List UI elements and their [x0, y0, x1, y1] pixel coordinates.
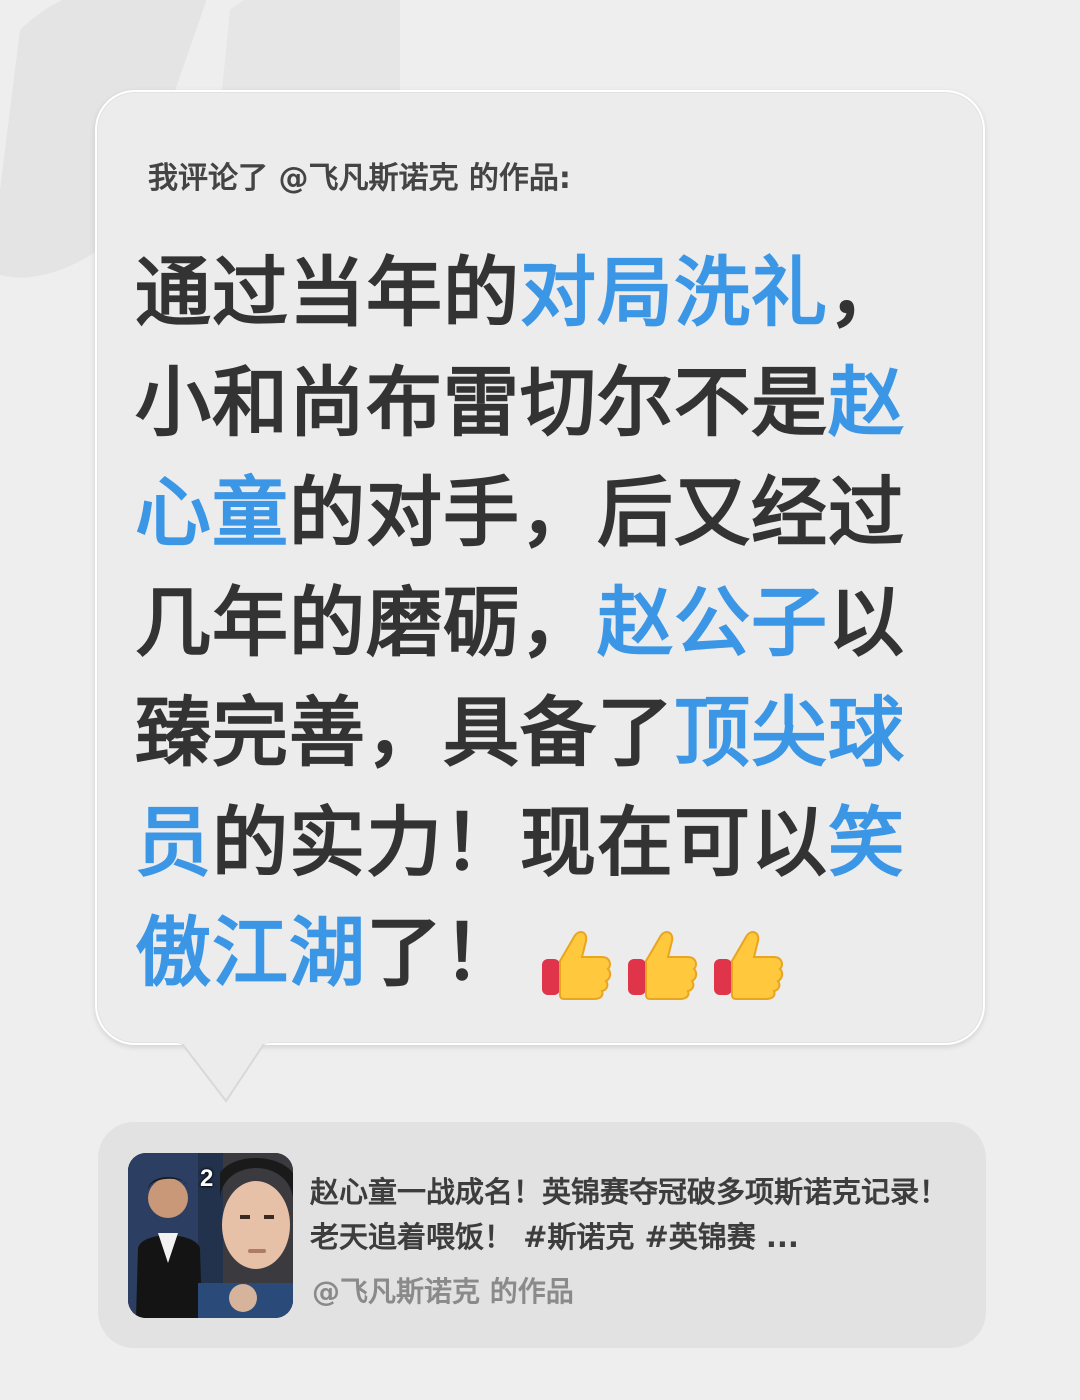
- emoji-row: [538, 903, 796, 1013]
- comment-header: 我评论了 @飞凡斯诺克 的作品:: [148, 161, 571, 196]
- thumbs-up-icon: [714, 931, 784, 1000]
- comment-highlight[interactable]: 对局洗礼: [520, 248, 828, 337]
- comment-segment: 的实力！现在可以: [212, 798, 828, 887]
- video-title[interactable]: 赵心童一战成名！英锦赛夺冠破多项斯诺克记录！老天追着喂饭！ #斯诺克 #英锦赛 …: [310, 1170, 950, 1260]
- comment-highlight[interactable]: 赵公子: [597, 578, 828, 667]
- thumbnail-badge: 2: [200, 1165, 214, 1192]
- page: 我评论了 @飞凡斯诺克 的作品: 通过当年的对局洗礼，小和尚布雷切尔不是赵心童的…: [0, 0, 1080, 1400]
- comment-segment: 通过当年的: [135, 248, 520, 337]
- comment-segment: 了！: [366, 908, 520, 997]
- video-author[interactable]: @飞凡斯诺克 的作品: [312, 1270, 574, 1310]
- thumbs-up-icon: [628, 931, 698, 1000]
- video-thumbnail[interactable]: 2: [128, 1153, 293, 1318]
- bubble-tail: [178, 1040, 268, 1103]
- comment-text: 通过当年的对局洗礼，小和尚布雷切尔不是赵心童的对手，后又经过几年的磨砺，赵公子以…: [135, 238, 935, 1013]
- thumbs-up-icon: [542, 931, 612, 1000]
